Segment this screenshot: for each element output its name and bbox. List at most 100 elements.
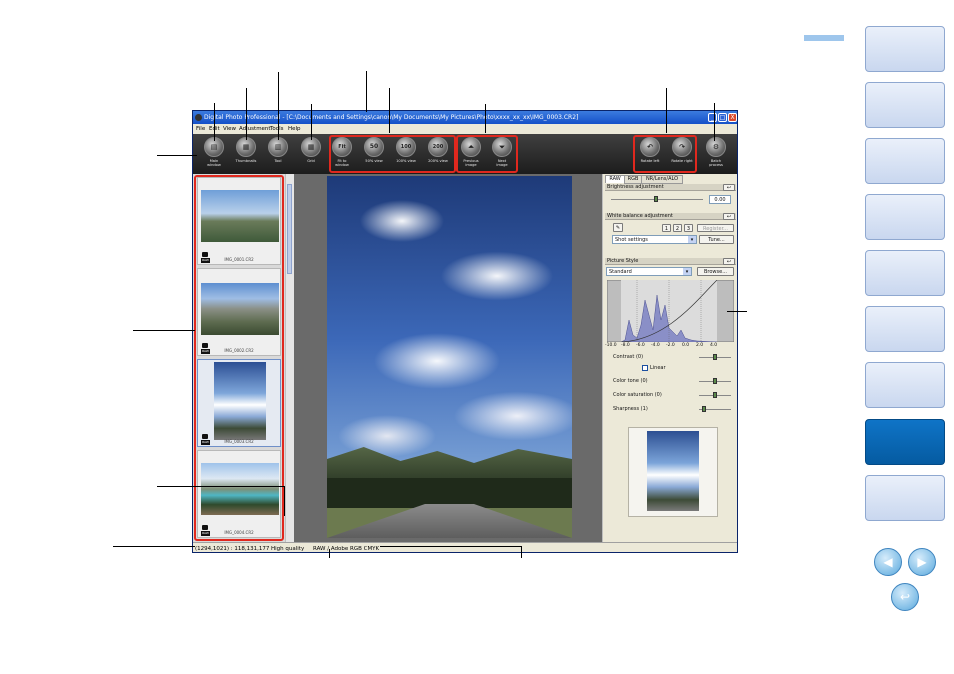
thumbnails-label: Thumbnails	[235, 159, 257, 163]
nav-tab-6[interactable]	[865, 306, 945, 352]
menu-adjustment[interactable]: Adjustment	[239, 124, 271, 134]
eyedropper-button[interactable]: ✎	[613, 223, 623, 232]
callout-line	[389, 88, 390, 133]
menu-file[interactable]: File	[196, 124, 205, 134]
picture-style-selected: Standard	[609, 269, 632, 275]
callout-line	[157, 155, 197, 156]
maximize-button[interactable]: □	[718, 113, 727, 122]
nav-tab-4[interactable]	[865, 194, 945, 240]
status-bar: (1294,1021) : 118,131,177 High quality R…	[193, 542, 737, 552]
close-button[interactable]: X	[728, 113, 737, 122]
callout-line	[214, 103, 215, 141]
reset-icon: ↩	[726, 185, 732, 191]
nav-tab-7[interactable]	[865, 362, 945, 408]
white-balance-reset-button[interactable]: ↩	[723, 213, 735, 220]
title-bar: Digital Photo Professional - [C:\Documen…	[193, 111, 737, 124]
grid-button[interactable]: ▦ Grid	[296, 137, 326, 173]
callout-line	[666, 88, 667, 133]
page-marker	[804, 35, 844, 41]
callout-line	[157, 486, 285, 487]
callout-line	[133, 330, 195, 331]
tool-button[interactable]: ▥ Tool	[263, 137, 293, 173]
brightness-section-header: Brightness adjustment	[605, 184, 736, 191]
reset-icon: ↩	[726, 214, 732, 220]
callout-line	[521, 546, 522, 558]
wb-preset-1-button[interactable]: 1	[662, 224, 671, 232]
contrast-label: Contrast (0)	[613, 354, 644, 360]
thumbnail-scrollbar[interactable]	[285, 174, 294, 542]
nav-tab-9[interactable]	[865, 475, 945, 521]
image-viewer[interactable]	[294, 174, 602, 542]
photo-mountains	[327, 447, 572, 483]
menu-tools[interactable]: Tools	[270, 124, 284, 134]
tool-label: Tool	[274, 159, 282, 163]
histogram-tick: 2.0	[696, 343, 704, 348]
tab-rgb[interactable]: RGB	[624, 175, 642, 184]
white-balance-select[interactable]: Shot settings ▾	[612, 235, 697, 244]
batch-process-button[interactable]: ⚙ Batch process	[701, 137, 731, 173]
picture-style-select[interactable]: Standard ▾	[606, 267, 692, 276]
chevron-down-icon: ▾	[683, 268, 691, 275]
color-tone-label: Color tone (0)	[613, 378, 648, 384]
browse-button[interactable]: Browse...	[697, 267, 734, 276]
thumbnails-button[interactable]: ▦ Thumbnails	[231, 137, 261, 173]
return-button[interactable]: ↩	[891, 583, 919, 611]
nav-tab-1[interactable]	[865, 26, 945, 72]
tone-curve-histogram[interactable]	[607, 280, 734, 342]
callout-line	[727, 311, 747, 312]
histogram-tick: 0.0	[682, 343, 690, 348]
brightness-slider-knob[interactable]	[654, 196, 658, 202]
picture-style-reset-button[interactable]: ↩	[723, 258, 735, 265]
main-window-button[interactable]: ▤ Main window	[199, 137, 229, 173]
callout-line	[366, 71, 367, 112]
wb-preset-2-button[interactable]: 2	[673, 224, 682, 232]
register-button[interactable]: Register...	[697, 224, 734, 232]
zoom-buttons-highlight	[329, 135, 456, 173]
navigator-preview[interactable]	[628, 427, 718, 517]
callout-line	[485, 104, 486, 133]
brightness-title: Brightness adjustment	[607, 184, 664, 190]
histogram-tick: -2.0	[666, 343, 675, 348]
nav-tab-2[interactable]	[865, 82, 945, 128]
tab-nr-lens-alo[interactable]: NR/Lens/ALO	[641, 175, 683, 184]
nav-tab-3[interactable]	[865, 138, 945, 184]
tab-raw[interactable]: RAW	[605, 175, 625, 183]
tool-palette: RAW RGB NR/Lens/ALO Brightness adjustmen…	[602, 174, 737, 542]
contrast-slider-knob[interactable]	[713, 354, 717, 360]
status-coordinates: (1294,1021) : 118,131,177	[195, 546, 270, 552]
toolbar: ▤ Main window ▦ Thumbnails ▥ Tool ▦ Grid …	[193, 134, 737, 174]
minimize-button[interactable]: _	[708, 113, 717, 122]
navigation-buttons-highlight	[456, 135, 518, 173]
callout-line	[246, 88, 247, 140]
nav-tab-5[interactable]	[865, 250, 945, 296]
histogram-tick: -6.0	[636, 343, 645, 348]
histogram-tick: -4.0	[651, 343, 660, 348]
nav-tab-8-active[interactable]	[865, 419, 945, 465]
linear-label: Linear	[650, 365, 666, 371]
color-saturation-slider-knob[interactable]	[713, 392, 717, 398]
navigator-image	[647, 431, 699, 511]
histogram-tick: -10.0	[605, 343, 617, 348]
next-page-button[interactable]: ▶	[908, 548, 936, 576]
white-balance-selected: Shot settings	[615, 237, 648, 243]
previous-page-button[interactable]: ◀	[874, 548, 902, 576]
white-balance-section-header: White balance adjustment	[605, 213, 736, 220]
brightness-reset-button[interactable]: ↩	[723, 184, 735, 191]
color-tone-slider-knob[interactable]	[713, 378, 717, 384]
tune-button[interactable]: Tune...	[699, 235, 734, 244]
callout-line	[311, 104, 312, 140]
callout-line	[278, 72, 279, 140]
wb-preset-3-button[interactable]: 3	[684, 224, 693, 232]
callout-line	[380, 546, 522, 547]
callout-line	[714, 103, 715, 141]
menu-view[interactable]: View	[223, 124, 236, 134]
linear-checkbox[interactable]	[642, 365, 648, 371]
sharpness-slider-knob[interactable]	[702, 406, 706, 412]
chevron-down-icon: ▾	[688, 236, 696, 243]
scrollbar-thumb[interactable]	[287, 184, 292, 274]
color-saturation-label: Color saturation (0)	[613, 392, 662, 398]
brightness-value-field[interactable]: 0.00	[709, 195, 731, 204]
menu-help[interactable]: Help	[288, 124, 301, 134]
callout-line	[113, 546, 195, 547]
batch-process-label-2: process	[709, 163, 723, 168]
